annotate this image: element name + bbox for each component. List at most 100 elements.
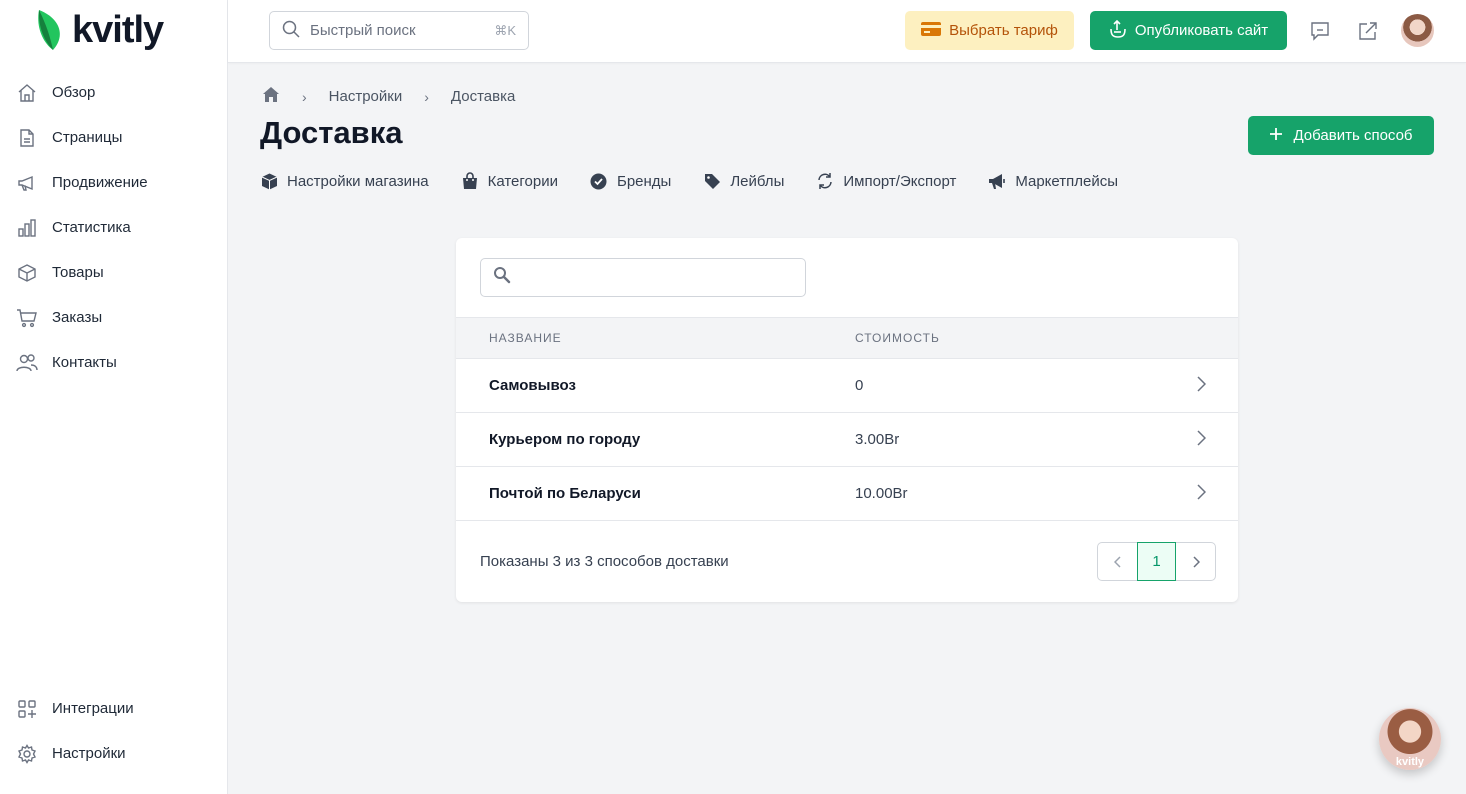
- search-placeholder: Быстрый поиск: [310, 22, 416, 39]
- user-avatar[interactable]: [1401, 14, 1434, 47]
- table-header: НАЗВАНИЕ СТОИМОСТЬ: [456, 317, 1238, 359]
- megaphone-icon: [16, 172, 38, 194]
- tab-store-settings[interactable]: Настройки магазина: [260, 172, 429, 190]
- sidebar-item-label: Интеграции: [52, 700, 134, 717]
- sidebar-item-products[interactable]: Товары: [16, 250, 148, 295]
- add-method-label: Добавить способ: [1293, 127, 1413, 144]
- page-title: Доставка: [260, 115, 403, 150]
- publish-icon: [1109, 19, 1127, 42]
- breadcrumb: › Настройки › Доставка: [262, 86, 515, 107]
- users-icon: [16, 352, 38, 374]
- breadcrumb-delivery: Доставка: [450, 88, 516, 105]
- sidebar-item-integrations[interactable]: Интеграции: [16, 686, 134, 731]
- bullhorn-icon: [988, 172, 1006, 190]
- chevron-right-icon: ›: [302, 88, 307, 105]
- chevron-left-icon: [1113, 555, 1121, 568]
- chat-icon[interactable]: [1308, 19, 1332, 43]
- table-row[interactable]: Курьером по городу 3.00Br: [456, 413, 1238, 467]
- column-cost-header[interactable]: СТОИМОСТЬ: [855, 331, 940, 345]
- chevron-right-icon: [1196, 484, 1207, 504]
- chart-icon: [16, 217, 38, 239]
- tab-label: Лейблы: [730, 172, 785, 190]
- chat-label: kvitly: [1395, 756, 1425, 768]
- column-name-header[interactable]: НАЗВАНИЕ: [489, 331, 562, 345]
- search-icon: [493, 266, 511, 289]
- sidebar-item-label: Статистика: [52, 219, 131, 236]
- sidebar-item-pages[interactable]: Страницы: [16, 115, 148, 160]
- tab-categories[interactable]: Категории: [461, 172, 558, 190]
- row-name: Почтой по Беларуси: [489, 485, 641, 502]
- search-icon: [282, 20, 300, 42]
- sidebar-item-label: Заказы: [52, 309, 103, 326]
- badge-check-icon: [590, 172, 608, 190]
- topbar: Быстрый поиск ⌘K Выбрать тариф Опубликов…: [228, 0, 1466, 63]
- row-cost: 3.00Br: [855, 431, 900, 448]
- box-icon: [16, 262, 38, 284]
- sidebar-item-label: Настройки: [52, 745, 126, 762]
- integrations-icon: [16, 698, 38, 720]
- bag-icon: [461, 172, 479, 190]
- page-button-current[interactable]: 1: [1137, 542, 1176, 581]
- logo[interactable]: kvitly: [36, 8, 164, 52]
- sidebar-item-contacts[interactable]: Контакты: [16, 340, 148, 385]
- tab-marketplaces[interactable]: Маркетплейсы: [988, 172, 1118, 190]
- publish-label: Опубликовать сайт: [1134, 22, 1269, 39]
- tab-label: Маркетплейсы: [1015, 172, 1118, 190]
- sidebar-item-label: Продвижение: [52, 174, 148, 191]
- breadcrumb-settings[interactable]: Настройки: [329, 88, 403, 105]
- sidebar-nav: Обзор Страницы Продвижение Статистика То…: [16, 70, 148, 385]
- sidebar-item-settings[interactable]: Настройки: [16, 731, 134, 776]
- next-page-button[interactable]: [1176, 543, 1215, 580]
- chevron-right-icon: [1196, 376, 1207, 396]
- sidebar-item-label: Контакты: [52, 354, 117, 371]
- sidebar-bottom-nav: Интеграции Настройки: [16, 686, 134, 776]
- row-name: Курьером по городу: [489, 431, 641, 448]
- external-link-icon[interactable]: [1356, 19, 1380, 43]
- tab-label: Импорт/Экспорт: [843, 172, 957, 190]
- tab-brands[interactable]: Бренды: [590, 172, 671, 190]
- sidebar-item-overview[interactable]: Обзор: [16, 70, 148, 115]
- table-row[interactable]: Почтой по Беларуси 10.00Br: [456, 467, 1238, 521]
- sidebar-item-label: Товары: [52, 264, 104, 281]
- results-summary: Показаны 3 из 3 способов доставки: [480, 553, 729, 570]
- row-name: Самовывоз: [489, 377, 576, 394]
- gear-icon: [16, 743, 38, 765]
- prev-page-button[interactable]: [1098, 543, 1137, 580]
- credit-card-icon: [921, 21, 942, 40]
- choose-tariff-button[interactable]: Выбрать тариф: [905, 11, 1074, 50]
- row-cost: 10.00Br: [855, 485, 908, 502]
- page-icon: [16, 127, 38, 149]
- quick-search[interactable]: Быстрый поиск ⌘K: [269, 11, 529, 50]
- table-row[interactable]: Самовывоз 0: [456, 359, 1238, 413]
- chevron-right-icon: [1192, 555, 1200, 568]
- tab-labels[interactable]: Лейблы: [703, 172, 784, 190]
- delivery-methods-card: НАЗВАНИЕ СТОИМОСТЬ Самовывоз 0 Курьером …: [456, 238, 1238, 602]
- sidebar-item-label: Страницы: [52, 129, 123, 146]
- chevron-right-icon: ›: [424, 88, 429, 105]
- sidebar-item-promotion[interactable]: Продвижение: [16, 160, 148, 205]
- tab-label: Бренды: [616, 172, 672, 190]
- tariff-label: Выбрать тариф: [949, 22, 1058, 39]
- home-icon[interactable]: [262, 86, 280, 107]
- chevron-right-icon: [1196, 430, 1207, 450]
- add-method-button[interactable]: Добавить способ: [1248, 116, 1434, 155]
- leaf-logo-icon: [38, 10, 60, 50]
- row-cost: 0: [855, 377, 864, 394]
- sidebar: kvitly Обзор Страницы Продвижение Статис…: [0, 0, 228, 794]
- sidebar-item-statistics[interactable]: Статистика: [16, 205, 148, 250]
- settings-tabs: Настройки магазина Категории Бренды Лейб…: [260, 170, 1150, 192]
- plus-icon: [1269, 127, 1283, 145]
- tab-import-export[interactable]: Импорт/Экспорт: [816, 172, 956, 190]
- sync-icon: [816, 172, 834, 190]
- tab-label: Настройки магазина: [287, 172, 429, 190]
- cube-icon: [260, 172, 278, 190]
- support-chat-button[interactable]: kvitly: [1379, 708, 1441, 770]
- sidebar-item-orders[interactable]: Заказы: [16, 295, 148, 340]
- tab-label: Категории: [487, 172, 558, 190]
- logo-text: kvitly: [72, 8, 164, 51]
- cart-icon: [16, 307, 38, 329]
- publish-site-button[interactable]: Опубликовать сайт: [1090, 11, 1287, 50]
- delivery-search-input[interactable]: [480, 258, 806, 297]
- tag-icon: [703, 172, 721, 190]
- home-icon: [16, 82, 38, 104]
